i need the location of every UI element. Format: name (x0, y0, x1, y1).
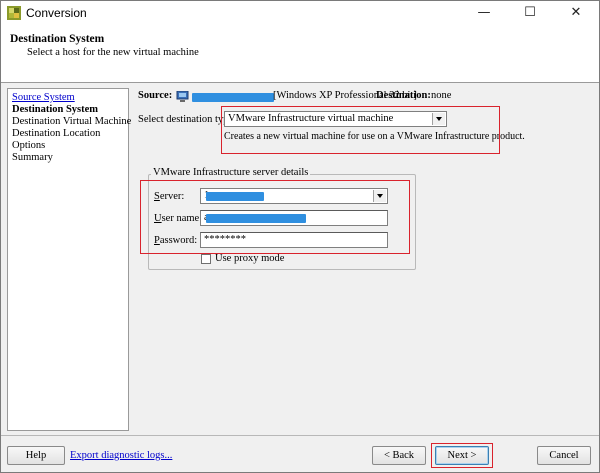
export-diagnostic-logs-link[interactable]: Export diagnostic logs... (70, 450, 172, 461)
nav-item-destination-location: Destination Location (12, 128, 101, 139)
close-button[interactable]: ✕ (553, 1, 599, 25)
title-bar: Conversion — ☐ ✕ (1, 1, 599, 25)
destination-label: Destination: (376, 90, 431, 101)
computer-icon (176, 91, 189, 102)
nav-item-options: Options (12, 140, 46, 151)
minimize-button[interactable]: — (461, 1, 507, 25)
conversion-window: Conversion — ☐ ✕ Destination System Sele… (0, 0, 600, 473)
nav-item-summary: Summary (12, 152, 53, 163)
server-details-group-title: VMware Infrastructure server details (151, 167, 311, 178)
page-title: Destination System (10, 33, 105, 45)
use-proxy-checkbox[interactable] (201, 254, 211, 264)
wizard-header: Destination System Select a host for the… (1, 25, 599, 83)
help-button[interactable]: Help (7, 446, 65, 465)
cancel-button[interactable]: Cancel (537, 446, 591, 465)
source-label: Source: (138, 90, 173, 101)
highlight-box-next (431, 443, 493, 468)
highlight-box-server-credentials (140, 180, 410, 254)
wizard-steps-nav: Source System Destination System Destina… (7, 88, 132, 431)
page-subtitle: Select a host for the new virtual machin… (27, 47, 199, 58)
vmware-converter-icon (7, 6, 21, 20)
window-title: Conversion (26, 6, 87, 20)
source-host-redaction (192, 93, 274, 102)
back-button[interactable]: < Back (372, 446, 426, 465)
nav-item-source-system[interactable]: Source System (12, 92, 128, 104)
nav-item-destination-virtual-machine: Destination Virtual Machine (12, 116, 132, 127)
use-proxy-label: Use proxy mode (215, 253, 285, 264)
maximize-button[interactable]: ☐ (507, 1, 553, 25)
highlight-box-destination-type (221, 106, 500, 154)
nav-item-destination-system: Destination System (12, 104, 99, 115)
destination-value: none (431, 90, 452, 101)
footer-divider (1, 435, 599, 436)
main-content: Source: [Windows XP Professional 32 bit]… (130, 88, 599, 431)
